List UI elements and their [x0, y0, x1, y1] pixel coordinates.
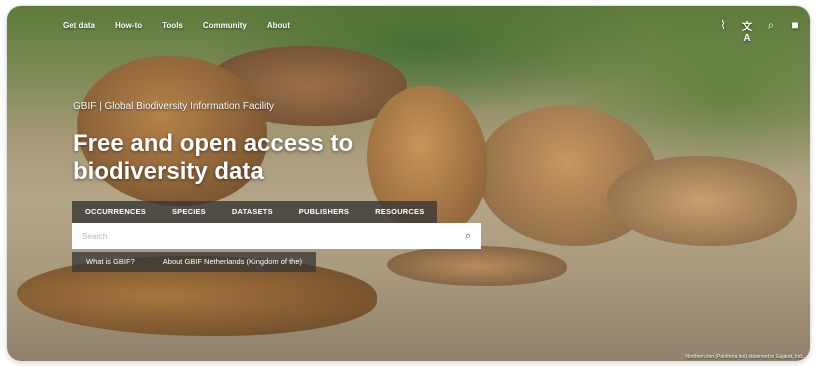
- organization-name: GBIF | Global Biodiversity Information F…: [73, 101, 274, 112]
- tab-datasets[interactable]: DATASETS: [219, 201, 286, 223]
- nav-how-to[interactable]: How-to: [115, 21, 142, 30]
- search-type-tabs: OCCURRENCES SPECIES DATASETS PUBLISHERS …: [72, 201, 438, 223]
- search-input[interactable]: [82, 231, 465, 241]
- tab-species[interactable]: SPECIES: [159, 201, 219, 223]
- tab-occurrences[interactable]: OCCURRENCES: [72, 201, 159, 223]
- search-icon[interactable]: ⌕: [764, 18, 778, 44]
- activity-icon[interactable]: ⌇: [716, 18, 730, 44]
- nav-community[interactable]: Community: [203, 21, 247, 30]
- search-bar: ⌕: [72, 223, 481, 249]
- lion-shape: [607, 156, 797, 246]
- search-icon[interactable]: ⌕: [465, 230, 471, 243]
- nav-tools[interactable]: Tools: [162, 21, 183, 30]
- link-about-gbif-netherlands[interactable]: About GBIF Netherlands (Kingdom of the): [149, 252, 316, 272]
- tab-resources[interactable]: RESOURCES: [362, 201, 437, 223]
- feedback-icon[interactable]: ■: [788, 18, 802, 44]
- photo-caption: Northern lion (Panthera leo) observed in…: [685, 354, 806, 360]
- link-what-is-gbif[interactable]: What is GBIF?: [72, 252, 149, 272]
- page-frame: Get data How-to Tools Community About ⌇ …: [7, 6, 810, 361]
- nav-about[interactable]: About: [267, 21, 290, 30]
- tab-publishers[interactable]: PUBLISHERS: [286, 201, 362, 223]
- page-headline: Free and open access to biodiversity dat…: [73, 130, 354, 185]
- nav-get-data[interactable]: Get data: [63, 21, 95, 30]
- top-navigation: Get data How-to Tools Community About: [63, 21, 290, 30]
- lion-shape: [387, 246, 567, 286]
- translate-icon[interactable]: 文A: [740, 18, 754, 44]
- quick-links: What is GBIF? About GBIF Netherlands (Ki…: [72, 252, 317, 272]
- header-icons: ⌇ 文A ⌕ ■: [716, 18, 802, 44]
